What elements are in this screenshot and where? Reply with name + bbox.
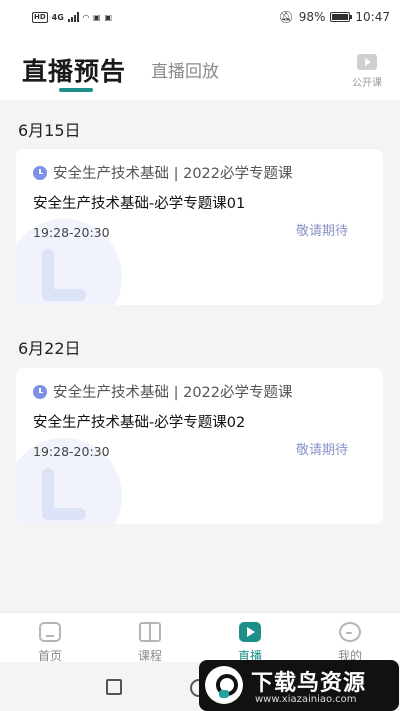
card-title: 安全生产技术基础-必学专题课01 bbox=[33, 196, 246, 212]
clock-icon bbox=[33, 165, 47, 180]
nav-home[interactable]: 首页 bbox=[10, 613, 90, 663]
nav-live[interactable]: 直播 bbox=[210, 613, 290, 663]
network-label: 4G bbox=[51, 12, 64, 22]
card-status: 敬请期待 bbox=[295, 224, 348, 239]
video-icon bbox=[357, 54, 377, 70]
book-icon bbox=[139, 622, 161, 642]
clock-icon bbox=[33, 384, 47, 399]
status-bar: HD 4G ◠ ▣ ▣ 🔕︎ 98% 10:47 bbox=[0, 0, 400, 34]
profile-icon bbox=[339, 622, 361, 642]
status-right: 🔕︎ 98% 10:47 bbox=[279, 10, 391, 24]
active-tab-indicator bbox=[59, 88, 93, 92]
watermark-title: 下载鸟资源 bbox=[251, 671, 367, 696]
card-time: 19:28-20:30 bbox=[33, 444, 110, 459]
mute-bell-icon: 🔕︎ bbox=[278, 10, 294, 24]
card-category: 安全生产技术基础 | 2022必学专题课 bbox=[53, 166, 293, 182]
header: 直播预告 直播回放 公开课 bbox=[0, 34, 400, 100]
hd-badge: HD bbox=[32, 11, 48, 23]
bird-logo-icon bbox=[205, 666, 243, 704]
battery-percent: 98% bbox=[298, 10, 326, 24]
date-label: 6月22日 bbox=[18, 339, 81, 358]
wifi-icon: ◠ bbox=[82, 12, 89, 22]
live-card[interactable]: 安全生产技术基础 | 2022必学专题课 安全生产技术基础-必学专题课01 19… bbox=[16, 149, 383, 305]
public-course-button[interactable]: 公开课 bbox=[348, 54, 386, 89]
public-course-label: 公开课 bbox=[352, 78, 382, 89]
card-category-row: 安全生产技术基础 | 2022必学专题课 bbox=[33, 162, 293, 183]
site-watermark: 下载鸟资源 www.xiazainiao.com bbox=[199, 660, 399, 711]
card-title: 安全生产技术基础-必学专题课02 bbox=[33, 415, 246, 431]
live-card[interactable]: 安全生产技术基础 | 2022必学专题课 安全生产技术基础-必学专题课02 19… bbox=[16, 368, 383, 524]
clock-time: 10:47 bbox=[355, 10, 390, 24]
tab-live-preview[interactable]: 直播预告 bbox=[22, 52, 126, 88]
app-notification-icon-2: ▣ bbox=[104, 12, 113, 22]
play-icon bbox=[239, 622, 261, 642]
card-status: 敬请期待 bbox=[295, 443, 348, 458]
tab-live-replay[interactable]: 直播回放 bbox=[151, 57, 219, 82]
card-category-row: 安全生产技术基础 | 2022必学专题课 bbox=[33, 381, 293, 402]
battery-icon bbox=[330, 12, 353, 22]
status-left: HD 4G ◠ ▣ ▣ bbox=[32, 11, 113, 23]
card-time: 19:28-20:30 bbox=[33, 225, 110, 240]
watermark-url: www.xiazainiao.com bbox=[255, 694, 357, 705]
date-label: 6月15日 bbox=[18, 121, 81, 140]
home-icon bbox=[39, 622, 61, 642]
nav-courses[interactable]: 课程 bbox=[110, 613, 190, 663]
nav-profile[interactable]: 我的 bbox=[310, 613, 390, 663]
signal-icon bbox=[67, 12, 79, 22]
bottom-nav: 首页 课程 直播 我的 bbox=[0, 612, 400, 663]
recent-apps-icon[interactable] bbox=[106, 679, 122, 695]
app-notification-icon: ▣ bbox=[92, 12, 101, 22]
card-category: 安全生产技术基础 | 2022必学专题课 bbox=[53, 385, 293, 401]
